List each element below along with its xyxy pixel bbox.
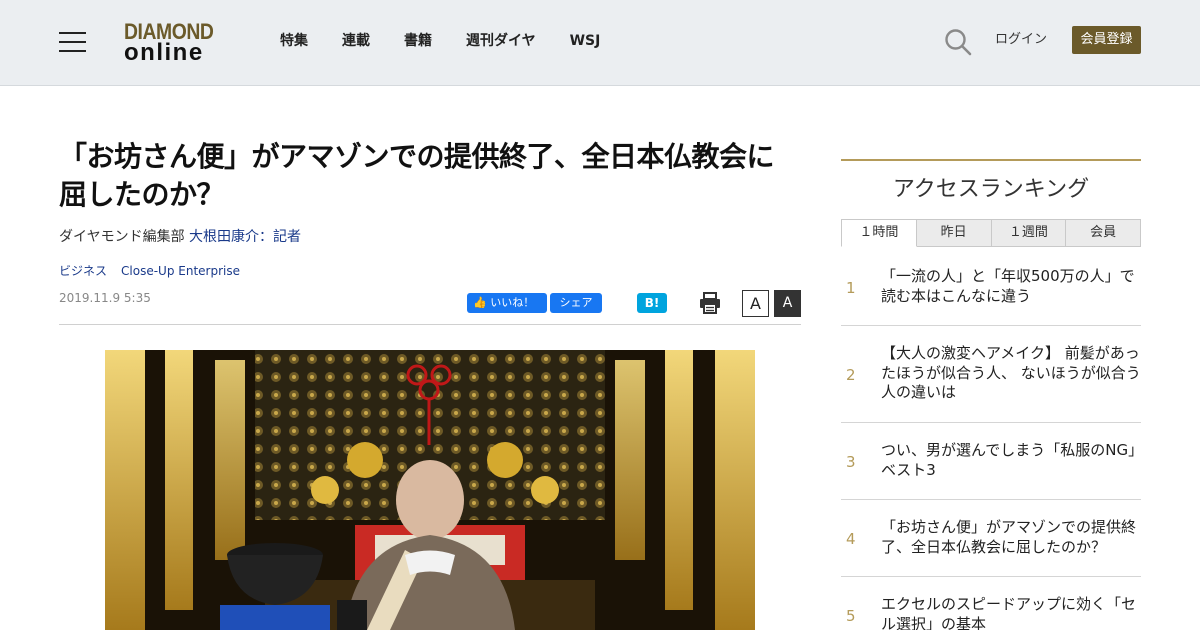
ranking-item[interactable]: 1 「一流の人」と「年収500万の人」で読む本はこんなに違う bbox=[841, 248, 1141, 326]
ranking-item[interactable]: 5 エクセルのスピードアップに効く「セル選択」の基本 bbox=[841, 577, 1141, 630]
font-size-normal-button[interactable]: A bbox=[742, 290, 769, 317]
ranking-title: アクセスランキング bbox=[892, 177, 1090, 202]
nav-item-wsj[interactable]: WSJ bbox=[570, 30, 601, 52]
ranking-headline: 「お坊さん便」がアマゾンでの提供終了、全日本仏教会に屈したのか？ bbox=[881, 518, 1137, 556]
article-divider bbox=[59, 324, 801, 325]
author-link[interactable]: 大根田康介：記者 bbox=[189, 229, 301, 245]
login-link[interactable]: ログイン bbox=[995, 31, 1047, 49]
tag-close-up-enterprise[interactable]: Close-Up Enterprise bbox=[121, 263, 240, 279]
nav-item-rensai[interactable]: 連載 bbox=[342, 30, 370, 52]
ranking-number: 5 bbox=[846, 607, 856, 625]
ranking-item[interactable]: 2 【大人の激変ヘアメイク】 前髪があったほうが似合う人、 ないほうが似合う人の… bbox=[841, 326, 1141, 423]
ranking-headline: エクセルのスピードアップに効く「セル選択」の基本 bbox=[881, 595, 1137, 630]
ranking-top-rule bbox=[841, 159, 1141, 161]
ranking-item[interactable]: 3 つい、男が選んでしまう「私服のNG」ベスト3 bbox=[841, 423, 1141, 500]
print-icon[interactable] bbox=[699, 292, 721, 314]
nav-item-weekly-diamond[interactable]: 週刊ダイヤ bbox=[466, 30, 536, 52]
tab-1-hour[interactable]: １時間 bbox=[841, 219, 917, 247]
ranking-number: 2 bbox=[846, 366, 856, 384]
tab-1-week[interactable]: １週間 bbox=[991, 219, 1067, 247]
font-size-large-button[interactable]: A bbox=[774, 290, 801, 317]
ranking-number: 3 bbox=[846, 453, 856, 471]
article-tags: ビジネス Close-Up Enterprise bbox=[59, 263, 240, 279]
facebook-like-button[interactable]: 👍 いいね！ bbox=[467, 293, 547, 313]
ranking-headline: 「一流の人」と「年収500万の人」で読む本はこんなに違う bbox=[881, 267, 1135, 305]
main-nav: 特集 連載 書籍 週刊ダイヤ WSJ bbox=[280, 30, 634, 52]
facebook-share-button[interactable]: シェア bbox=[550, 293, 602, 313]
search-icon[interactable] bbox=[944, 28, 972, 56]
thumbs-up-icon: 👍 bbox=[473, 296, 487, 309]
ranking-tabs: １時間 昨日 １週間 会員 bbox=[841, 219, 1141, 247]
site-logo[interactable]: DIAMOND online bbox=[124, 20, 228, 66]
ranking-number: 4 bbox=[846, 530, 856, 548]
menu-icon[interactable] bbox=[59, 32, 86, 52]
hatena-bookmark-button[interactable]: B! bbox=[637, 293, 667, 313]
ranking-headline: つい、男が選んでしまう「私服のNG」ベスト3 bbox=[881, 441, 1136, 479]
nav-item-shoseki[interactable]: 書籍 bbox=[404, 30, 432, 52]
facebook-like-label: いいね！ bbox=[490, 296, 535, 309]
tab-members[interactable]: 会員 bbox=[1066, 219, 1141, 247]
article-title: 「お坊さん便」がアマゾンでの提供終了、全日本仏教会に屈したのか？ bbox=[59, 140, 775, 211]
site-header: DIAMOND online 特集 連載 書籍 週刊ダイヤ WSJ ログイン 会… bbox=[0, 0, 1200, 86]
tab-yesterday[interactable]: 昨日 bbox=[916, 219, 992, 247]
byline: ダイヤモンド編集部 大根田康介：記者 bbox=[59, 228, 301, 246]
ranking-item[interactable]: 4 「お坊さん便」がアマゾンでの提供終了、全日本仏教会に屈したのか？ bbox=[841, 500, 1141, 577]
nav-item-tokushu[interactable]: 特集 bbox=[280, 30, 308, 52]
publish-date: 2019.11.9 5:35 bbox=[59, 291, 151, 305]
logo-bottom-text: online bbox=[124, 39, 204, 66]
ranking-number: 1 bbox=[846, 279, 856, 297]
byline-department: ダイヤモンド編集部 bbox=[59, 229, 185, 245]
article-photo bbox=[105, 350, 755, 630]
register-button[interactable]: 会員登録 bbox=[1072, 26, 1141, 54]
ranking-headline: 【大人の激変ヘアメイク】 前髪があったほうが似合う人、 ないほうが似合う人の違い… bbox=[881, 344, 1141, 401]
tag-business[interactable]: ビジネス bbox=[59, 263, 107, 279]
